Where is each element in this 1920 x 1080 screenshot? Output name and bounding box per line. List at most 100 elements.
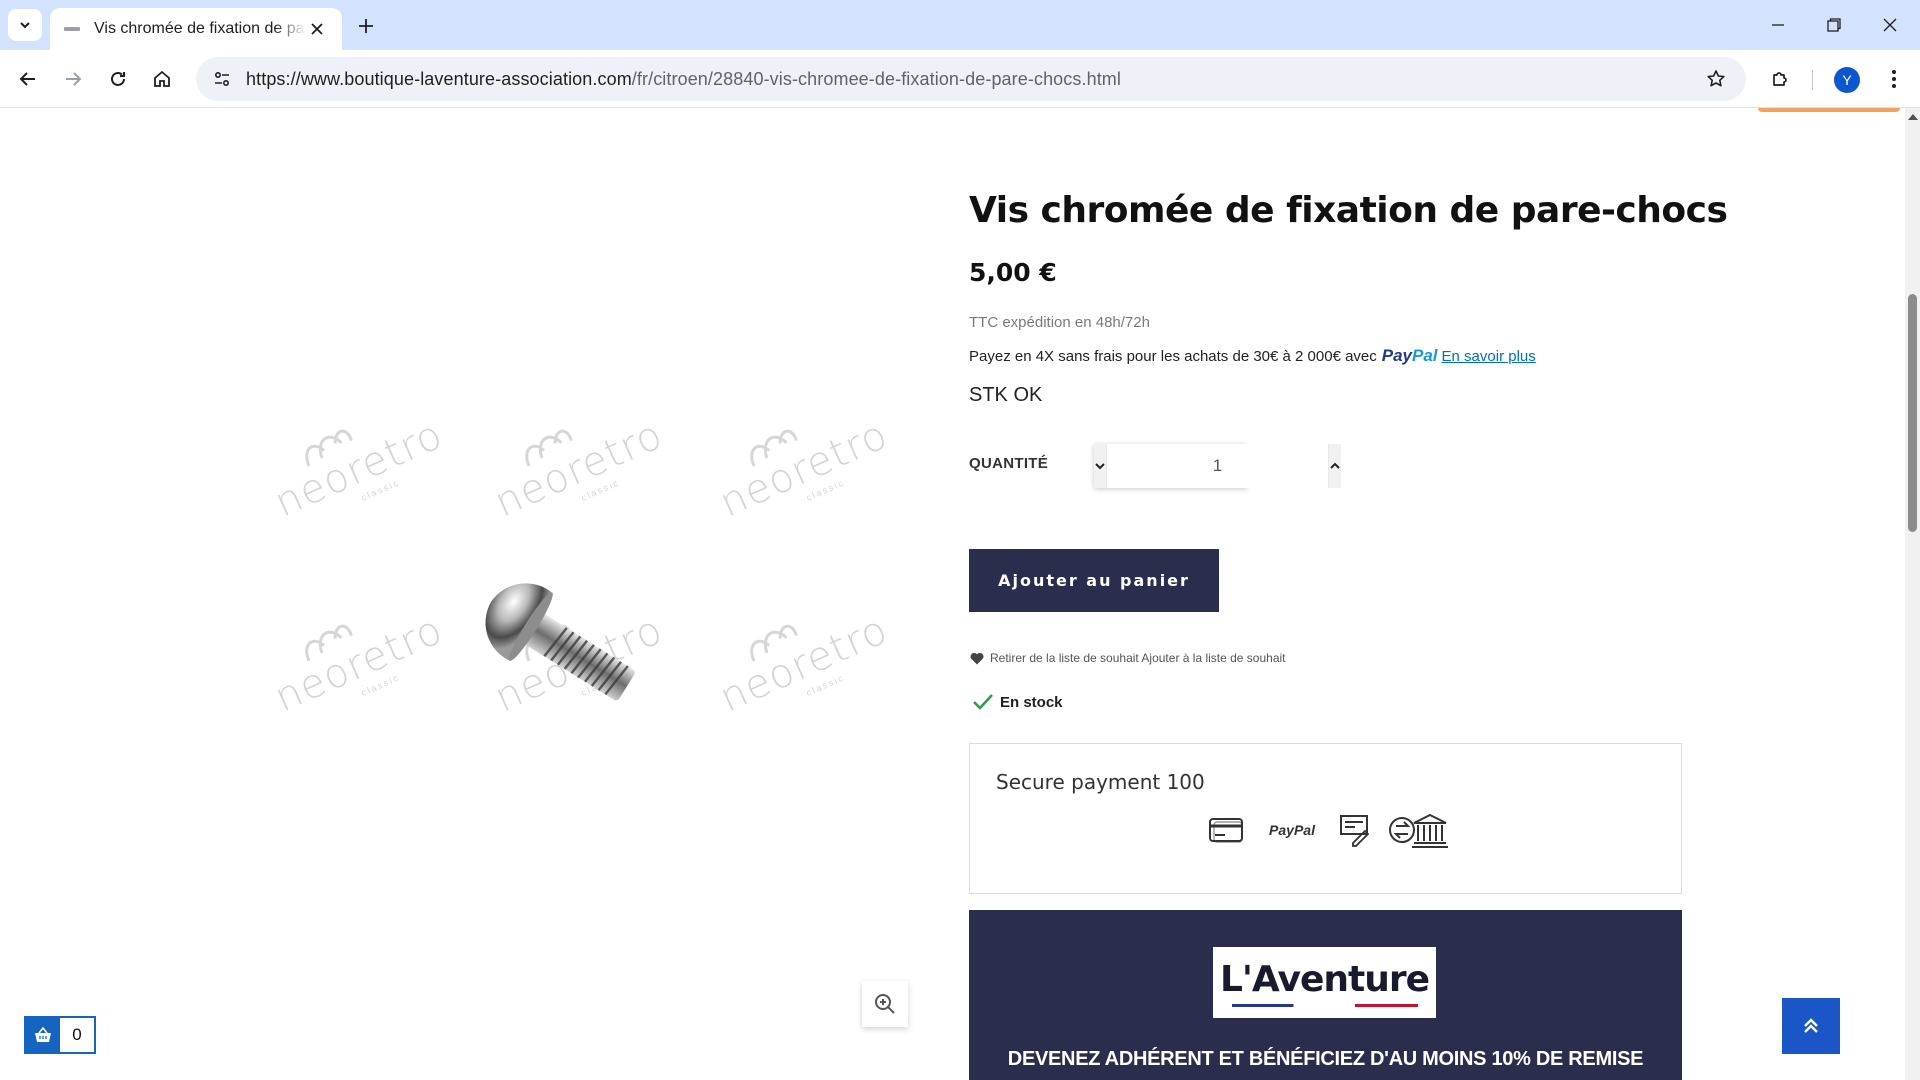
paypal-logo-part-1: Pay bbox=[1381, 346, 1413, 365]
paypal-icon-text: PayPal bbox=[1269, 822, 1315, 838]
paypal-message-text: Payez en 4X sans frais pour les achats d… bbox=[969, 347, 1377, 365]
restore-icon bbox=[1827, 18, 1841, 32]
double-chevron-up-icon bbox=[1804, 1018, 1818, 1033]
favicon-icon bbox=[64, 27, 80, 31]
scrollbar-thumb[interactable] bbox=[1908, 294, 1917, 532]
shipping-note: TTC expédition en 48h/72h bbox=[969, 314, 1150, 331]
aventure-logo-text: L'Aventure bbox=[1219, 958, 1430, 1000]
aventure-logo: L'Aventure bbox=[1213, 947, 1436, 1018]
chevron-down-icon bbox=[20, 22, 30, 29]
add-to-cart-button[interactable]: Ajouter au panier bbox=[969, 549, 1219, 612]
forward-button[interactable] bbox=[55, 61, 91, 97]
browser-tab-bar: Vis chromée de fixation de pare-chocs bbox=[0, 0, 1920, 50]
heart-icon bbox=[970, 652, 984, 664]
product-title: Vis chromée de fixation de pare-chocs bbox=[969, 190, 1728, 231]
wishlist-toggle[interactable]: Retirer de la liste de souhait Ajouter à… bbox=[970, 651, 1286, 665]
cheque-icon bbox=[1337, 809, 1373, 851]
watermark-text: neoretro bbox=[712, 606, 895, 722]
url-text: https://www.boutique-laventure-associati… bbox=[246, 69, 1121, 90]
paypal-learn-more-link[interactable]: En savoir plus bbox=[1442, 348, 1536, 365]
availability-text: En stock bbox=[1000, 693, 1063, 711]
plus-icon bbox=[359, 19, 373, 33]
url-path: /fr/citroen/28840-vis-chromee-de-fixatio… bbox=[631, 68, 1121, 89]
zoom-button[interactable] bbox=[862, 981, 908, 1027]
quantity-label: QUANTITÉ bbox=[969, 455, 1049, 472]
chrome-screw-image bbox=[485, 583, 635, 701]
watermark: neoretro classic bbox=[474, 392, 670, 554]
stock-code: STK OK bbox=[969, 384, 1043, 406]
watermark-text: neoretro bbox=[267, 411, 450, 527]
more-vert-icon bbox=[1892, 70, 1896, 88]
credit-card-icon bbox=[1207, 809, 1247, 851]
floating-cart[interactable]: 0 bbox=[24, 1016, 96, 1054]
browser-toolbar: https://www.boutique-laventure-associati… bbox=[0, 50, 1920, 108]
watermark-text: neoretro bbox=[712, 411, 895, 527]
restore-button[interactable] bbox=[1812, 8, 1856, 42]
url-host: https://www.boutique-laventure-associati… bbox=[246, 68, 632, 89]
secure-payment-title: Secure payment 100 bbox=[996, 770, 1205, 794]
puzzle-icon bbox=[1773, 72, 1787, 86]
tab-close-button[interactable] bbox=[306, 18, 328, 40]
banner-headline: DEVENEZ ADHÉRENT ET BÉNÉFICIEZ D'AU MOIN… bbox=[1007, 1048, 1644, 1070]
reload-button[interactable] bbox=[100, 61, 136, 97]
back-button[interactable] bbox=[10, 61, 46, 97]
home-button[interactable] bbox=[144, 61, 180, 97]
scroll-up-arrow-icon[interactable] bbox=[1908, 114, 1918, 120]
watermark: neoretro classic bbox=[699, 587, 895, 749]
home-icon bbox=[154, 70, 170, 87]
wishlist-text: Retirer de la liste de souhait Ajouter à… bbox=[990, 651, 1286, 665]
minimize-button[interactable] bbox=[1756, 8, 1800, 42]
chevron-down-icon bbox=[1095, 463, 1105, 470]
back-to-top-button[interactable] bbox=[1782, 998, 1840, 1054]
page-content: neoretro classic neoretro classic neoret… bbox=[0, 108, 1905, 1080]
close-window-button[interactable] bbox=[1868, 8, 1912, 42]
payment-methods: PayPal bbox=[1207, 809, 1467, 851]
tab-search-button[interactable] bbox=[8, 9, 42, 41]
membership-banner[interactable]: L'Aventure DEVENEZ ADHÉRENT ET BÉNÉFICIE… bbox=[969, 910, 1682, 1080]
header-accent bbox=[1758, 108, 1900, 112]
quantity-increase-button[interactable] bbox=[1329, 444, 1341, 488]
logo-tricolor-line bbox=[1231, 1003, 1418, 1007]
chevron-up-icon bbox=[1330, 462, 1340, 469]
toolbar-divider bbox=[1812, 70, 1813, 90]
zoom-in-icon bbox=[875, 994, 895, 1014]
paypal-icon: PayPal bbox=[1259, 809, 1325, 851]
product-price: 5,00 € bbox=[969, 258, 1057, 287]
arrow-left-icon bbox=[19, 72, 35, 86]
extensions-button[interactable] bbox=[1762, 61, 1798, 97]
watermark-text: neoretro bbox=[267, 606, 450, 722]
close-icon bbox=[311, 23, 323, 35]
secure-payment-box: Secure payment 100 PayPal bbox=[969, 743, 1682, 894]
watermark: neoretro classic bbox=[254, 587, 450, 749]
product-image[interactable]: neoretro classic neoretro classic neoret… bbox=[240, 378, 930, 853]
close-icon bbox=[1883, 18, 1897, 32]
tab-title: Vis chromée de fixation de pare-chocs bbox=[94, 20, 306, 37]
bookmark-button[interactable] bbox=[1698, 61, 1734, 97]
quantity-decrease-button[interactable] bbox=[1094, 444, 1106, 488]
tune-icon bbox=[214, 71, 230, 87]
quantity-stepper bbox=[1094, 444, 1341, 488]
paypal-logo-part-2: Pal bbox=[1412, 346, 1438, 365]
bank-transfer-icon bbox=[1387, 809, 1453, 851]
basket-icon bbox=[35, 1027, 51, 1042]
check-icon bbox=[973, 694, 993, 710]
basket-icon-box bbox=[26, 1018, 60, 1052]
arrow-right-icon bbox=[66, 72, 82, 86]
reload-icon bbox=[111, 71, 125, 86]
paypal-logo: PayPal bbox=[1382, 346, 1438, 366]
availability-status: En stock bbox=[972, 693, 1063, 711]
profile-avatar[interactable]: Y bbox=[1834, 67, 1860, 93]
browser-menu-button[interactable] bbox=[1876, 61, 1912, 97]
site-info-button[interactable] bbox=[204, 61, 240, 97]
address-bar[interactable]: https://www.boutique-laventure-associati… bbox=[196, 57, 1746, 101]
watermark: neoretro classic bbox=[699, 392, 895, 554]
cart-count: 0 bbox=[72, 1025, 82, 1044]
page-scrollbar[interactable] bbox=[1905, 108, 1920, 1080]
star-icon bbox=[1707, 70, 1725, 87]
quantity-input[interactable] bbox=[1106, 444, 1329, 488]
new-tab-button[interactable] bbox=[352, 12, 380, 40]
minimize-icon bbox=[1772, 24, 1784, 26]
active-tab[interactable]: Vis chromée de fixation de pare-chocs bbox=[50, 8, 342, 50]
paypal-installment-message: Payez en 4X sans frais pour les achats d… bbox=[969, 346, 1536, 366]
watermark-text: neoretro bbox=[487, 411, 670, 527]
